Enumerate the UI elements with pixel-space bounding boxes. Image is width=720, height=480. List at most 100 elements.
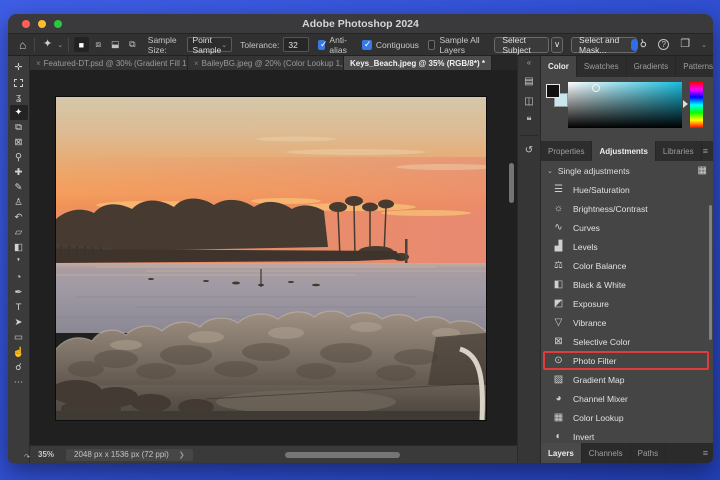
chevron-down-icon[interactable]: ⌄ [547, 167, 553, 175]
search-icon[interactable]: ☌ [635, 36, 652, 53]
sample-all-layers-option[interactable]: Sample All Layers [427, 35, 486, 55]
adjustment-levels[interactable]: ▟ Levels [541, 237, 713, 256]
color-field[interactable] [568, 82, 682, 128]
tab-keys-beach[interactable]: Keys_Beach.jpeg @ 35% (RGB/8*) * [344, 56, 492, 70]
help-icon[interactable]: ? [658, 39, 670, 50]
chevron-down-icon[interactable]: ⌄ [701, 41, 707, 49]
zoom-level[interactable]: 35% [38, 450, 54, 459]
tab-libraries[interactable]: Libraries [656, 141, 702, 161]
color-picker-ring[interactable] [592, 84, 600, 92]
eyedropper-tool[interactable]: ⚲ [10, 150, 28, 165]
tab-channels[interactable]: Channels [582, 443, 631, 463]
foreground-color-swatch[interactable] [546, 84, 560, 98]
rectangle-tool[interactable]: ▭ [10, 330, 28, 345]
current-tool-preset[interactable]: ✦ ⌄ [40, 39, 63, 50]
panel-menu-icon[interactable]: ≡ [703, 146, 708, 156]
intersect-selection-icon[interactable]: ⧉ [125, 37, 140, 52]
subtract-from-selection-icon[interactable]: ⬓ [108, 37, 123, 52]
tab-patterns[interactable]: Patterns [676, 56, 713, 77]
tab-properties[interactable]: Properties [541, 141, 593, 161]
anti-alias-checkbox[interactable] [318, 39, 328, 50]
adjustment-gradient-map[interactable]: ▨ Gradient Map [541, 370, 713, 389]
adjustment-selective-color[interactable]: ⊠ Selective Color [541, 332, 713, 351]
adjustment-black-white[interactable]: ◧ Black & White [541, 275, 713, 294]
anti-alias-option[interactable]: Anti-alias [318, 35, 353, 55]
contiguous-checkbox[interactable] [361, 39, 372, 50]
crop-tool[interactable]: ⧉ [10, 120, 28, 135]
color-swatch-group: ↷ [11, 454, 30, 463]
gradient-tool[interactable]: ◧ [10, 240, 28, 255]
sample-all-layers-checkbox[interactable] [427, 39, 436, 50]
adjustment-channel-mixer[interactable]: ◕ Channel Mixer [541, 389, 713, 408]
adjustment-invert[interactable]: ◐ Invert [541, 427, 713, 443]
eraser-tool[interactable]: ▱ [10, 225, 28, 240]
adjustments-scrollbar[interactable] [709, 205, 712, 340]
contiguous-option[interactable]: Contiguous [361, 39, 419, 50]
document-info[interactable]: 2048 px x 1536 px (72 ppi) ❯ [66, 448, 193, 461]
panel-menu-icon[interactable]: ≡ [703, 448, 708, 458]
view-grid-icon[interactable]: ▦ [698, 165, 707, 176]
select-subject-button[interactable]: Select Subject [494, 35, 550, 55]
hue-slider-pointer[interactable] [683, 100, 688, 108]
libraries-icon[interactable]: ◫ [519, 92, 539, 110]
new-selection-icon[interactable]: ■ [73, 37, 89, 52]
adjustment-hue-saturation[interactable]: ☰ Hue/Saturation [541, 180, 713, 199]
rectangular-marquee-tool[interactable] [10, 75, 28, 90]
move-tool[interactable]: ✛ [10, 60, 28, 75]
adjustment-curves[interactable]: ∿ Curves [541, 218, 713, 237]
desktop-background: Adobe Photoshop 2024 ⌂ ✦ ⌄ ■ ⧈ ⬓ ⧉ Sampl… [0, 0, 720, 480]
chevron-right-icon[interactable]: ❯ [179, 451, 185, 459]
brush-tool[interactable]: ✎ [10, 180, 28, 195]
history-brush-tool[interactable]: ↶ [10, 210, 28, 225]
lasso-tool[interactable]: ʓ [10, 90, 28, 105]
tab-color[interactable]: Color [541, 56, 577, 77]
adjustment-photo-filter[interactable]: ⊙ Photo Filter [541, 351, 713, 370]
healing-brush-tool[interactable]: ✚ [10, 165, 28, 180]
blur-tool[interactable]: ❜ [10, 255, 28, 270]
single-adjustments-header[interactable]: ⌄ Single adjustments ▦ [541, 161, 713, 180]
canvas-horizontal-scrollbar[interactable] [285, 452, 400, 458]
tab-baileybg[interactable]: × BaileyBG.jpeg @ 20% (Color Lookup 1, L… [188, 56, 344, 70]
add-to-selection-icon[interactable]: ⧈ [91, 37, 106, 52]
gradient-map-icon: ▨ [553, 374, 564, 385]
select-subject-dropdown[interactable]: ∨ [551, 36, 564, 53]
adjustment-color-balance[interactable]: ⚖ Color Balance [541, 256, 713, 275]
edit-toolbar-button[interactable]: ⋯ [10, 375, 28, 390]
adjustment-vibrance[interactable]: ▽ Vibrance [541, 313, 713, 332]
tab-paths[interactable]: Paths [631, 443, 667, 463]
adjustment-color-lookup[interactable]: ▦ Color Lookup [541, 408, 713, 427]
tolerance-input[interactable]: 32 [283, 37, 310, 52]
comments-icon[interactable]: ❝ [519, 112, 539, 130]
workspace-icon[interactable]: ❐ [677, 39, 693, 50]
object-selection-tool[interactable]: ✦ [9, 105, 28, 120]
adjustment-brightness-contrast[interactable]: ☼ Brightness/Contrast [541, 199, 713, 218]
version-history-icon[interactable]: ▤ [519, 72, 539, 90]
frame-tool[interactable]: ⊠ [10, 135, 28, 150]
tab-swatches[interactable]: Swatches [577, 56, 627, 77]
path-selection-tool[interactable]: ➤ [10, 315, 28, 330]
canvas-area[interactable] [30, 70, 517, 445]
pen-tool[interactable]: ✒ [10, 285, 28, 300]
sample-size-dropdown[interactable]: Point Sample ⌄ [187, 35, 233, 55]
close-icon[interactable]: × [36, 59, 41, 68]
tab-layers[interactable]: Layers [541, 443, 582, 463]
canvas-vertical-scrollbar[interactable] [509, 163, 514, 203]
tab-featured-dt[interactable]: × Featured-DT.psd @ 30% (Gradient Fill 1… [30, 56, 188, 70]
contiguous-label: Contiguous [375, 39, 419, 50]
select-and-mask-button[interactable]: Select and Mask... [571, 35, 638, 55]
expand-panels-icon[interactable]: « [527, 58, 531, 67]
tab-adjustments[interactable]: Adjustments [592, 141, 656, 161]
hand-tool[interactable]: ☝ [10, 345, 28, 360]
adjustment-exposure[interactable]: ◩ Exposure [541, 294, 713, 313]
curves-icon: ∿ [554, 222, 563, 233]
hue-slider[interactable] [690, 82, 703, 128]
type-tool[interactable]: T [10, 300, 28, 315]
history-icon[interactable]: ↺ [519, 141, 539, 159]
tab-gradients[interactable]: Gradients [627, 56, 677, 77]
zoom-tool[interactable]: ☌ [10, 360, 28, 375]
close-icon[interactable]: × [194, 59, 199, 68]
chevron-down-icon: ⌄ [221, 41, 228, 49]
home-icon[interactable]: ⌂ [16, 39, 29, 51]
clone-stamp-tool[interactable]: ♙ [10, 195, 28, 210]
dodge-tool[interactable]: ◔ [10, 270, 28, 285]
